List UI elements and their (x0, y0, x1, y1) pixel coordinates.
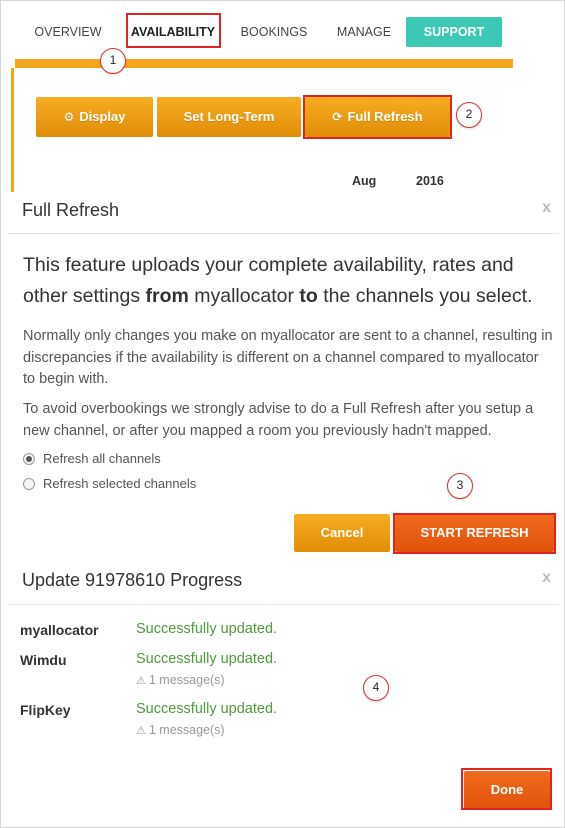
highlight-full-refresh (303, 95, 452, 139)
highlight-start-refresh (393, 513, 556, 554)
gear-icon: ⚙ (63, 110, 75, 124)
highlight-availability (126, 13, 221, 48)
channel-status: Successfully updated. (136, 701, 278, 717)
channel-name: Wimdu (20, 652, 67, 668)
nav-tab-bookings[interactable]: BOOKINGS (237, 17, 311, 47)
calendar-year: 2016 (416, 174, 444, 188)
radio-label-all: Refresh all channels (43, 451, 161, 466)
modal-divider (8, 233, 559, 234)
radio-button[interactable] (23, 478, 35, 490)
callout-2: 2 (456, 102, 482, 128)
nav-tab-manage[interactable]: MANAGE (333, 17, 395, 47)
channel-name: myallocator (20, 622, 99, 638)
nav-tab-overview[interactable]: OVERVIEW (31, 17, 105, 47)
orange-divider (15, 59, 513, 68)
modal-divider (8, 604, 559, 605)
warning-icon: ⚠ (136, 675, 146, 687)
modal-title: Full Refresh (22, 200, 120, 220)
channel-name: FlipKey (20, 702, 71, 718)
progress-title: Update 91978610 Progress (22, 570, 243, 590)
set-long-term-button[interactable]: Set Long-Term (157, 97, 301, 137)
lead-text: This feature uploads your complete avail… (23, 250, 553, 312)
channel-status: Successfully updated. (136, 621, 278, 637)
calendar-month: Aug (352, 174, 377, 188)
radio-refresh-all[interactable]: Refresh all channels (23, 449, 223, 469)
callout-4: 4 (363, 675, 389, 701)
lead-line-2: other settings from myallocator to the c… (23, 285, 533, 307)
callout-3: 3 (447, 473, 473, 499)
app-frame: AVAILABILITY OVERVIEW BOOKINGS MANAGE SU… (0, 0, 565, 828)
channel-messages-link[interactable]: ⚠ 1 message(s) (136, 673, 225, 687)
highlight-done (461, 768, 552, 810)
cancel-button[interactable]: Cancel (294, 514, 390, 552)
channel-status: Successfully updated. (136, 651, 278, 667)
radio-refresh-selected[interactable]: Refresh selected channels (23, 474, 243, 494)
close-icon[interactable]: x (542, 199, 551, 217)
orange-side-line (11, 68, 14, 192)
warning-icon: ⚠ (136, 725, 146, 737)
radio-label-selected: Refresh selected channels (43, 476, 197, 491)
nav-support-button[interactable]: SUPPORT (406, 17, 502, 47)
display-label: Display (79, 109, 126, 124)
lead-line-1: This feature uploads your complete avail… (23, 254, 514, 276)
channel-messages-link[interactable]: ⚠ 1 message(s) (136, 723, 225, 737)
set-long-term-label: Set Long-Term (183, 109, 275, 124)
full-refresh-modal: Full Refresh x This feature uploads your… (8, 193, 559, 557)
close-icon[interactable]: x (542, 569, 551, 587)
description-paragraph-1: Normally only changes you make on myallo… (23, 328, 553, 387)
radio-button-checked[interactable] (23, 453, 35, 465)
callout-1: 1 (100, 48, 126, 74)
display-button[interactable]: ⚙ Display (36, 97, 153, 137)
description-paragraph-2: To avoid overbookings we strongly advise… (23, 401, 534, 439)
